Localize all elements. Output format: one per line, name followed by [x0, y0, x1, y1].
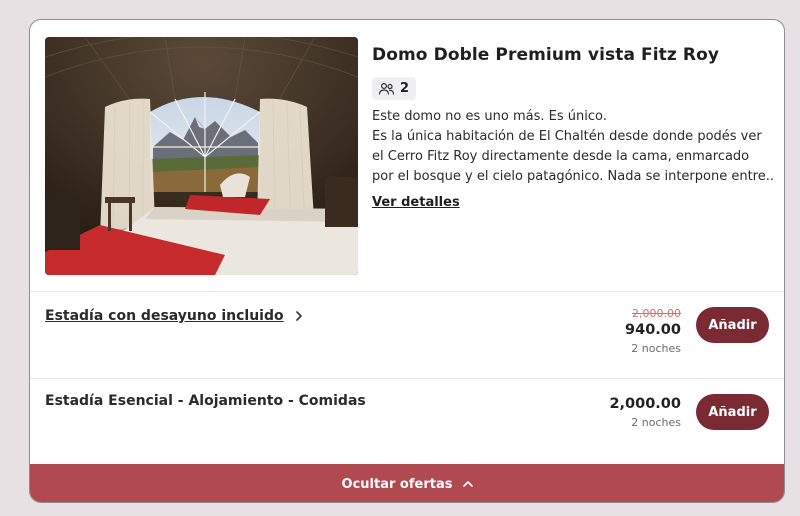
room-photo[interactable]: [45, 37, 358, 275]
description-line: Este domo no es uno más. Es único.: [372, 109, 607, 124]
offer-2-pricing: 2,000.00 2 noches: [609, 395, 681, 431]
chevron-up-icon[interactable]: [462, 480, 474, 488]
offer-2-add-button[interactable]: Añadir: [696, 394, 769, 430]
offer-1-old-price: 2,000.00: [632, 307, 681, 320]
description-line: por el bosque y el cielo patagónico. Nad…: [372, 169, 774, 184]
offer-2-label: Estadía Esencial - Alojamiento - Comidas: [45, 393, 366, 409]
guest-count-badge: 2: [372, 77, 417, 100]
description-line: el Cerro Fitz Roy directamente desde la …: [372, 149, 750, 164]
room-title: Domo Doble Premium vista Fitz Roy: [372, 45, 720, 65]
offer-1-name[interactable]: Estadía con desayuno incluido: [45, 308, 304, 324]
offer-2-nights: 2 noches: [631, 416, 681, 429]
hide-offers-label[interactable]: Ocultar ofertas: [342, 477, 453, 492]
description-line: Es la única habitación de El Chaltén des…: [372, 129, 762, 144]
offer-2-price: 2,000.00: [609, 396, 681, 412]
guest-count: 2: [400, 81, 410, 96]
view-details-link[interactable]: Ver detalles: [372, 195, 460, 210]
chevron-right-icon[interactable]: [294, 310, 304, 322]
people-icon: [378, 82, 395, 95]
offer-1-pricing: 2,000.00 940.00 2 noches: [625, 307, 681, 357]
offer-2-name: Estadía Esencial - Alojamiento - Comidas: [45, 393, 366, 409]
offer-1-add-button[interactable]: Añadir: [696, 307, 769, 343]
room-description: Este domo no es uno más. Es único. Es la…: [372, 107, 774, 187]
offer-1-price: 940.00: [625, 322, 681, 338]
room-card: Domo Doble Premium vista Fitz Roy 2 Este…: [29, 19, 785, 503]
divider: [30, 378, 784, 379]
divider: [30, 291, 784, 292]
hide-offers-toggle[interactable]: Ocultar ofertas: [30, 464, 784, 502]
offer-1-label[interactable]: Estadía con desayuno incluido: [45, 308, 284, 324]
offer-1-nights: 2 noches: [631, 342, 681, 355]
